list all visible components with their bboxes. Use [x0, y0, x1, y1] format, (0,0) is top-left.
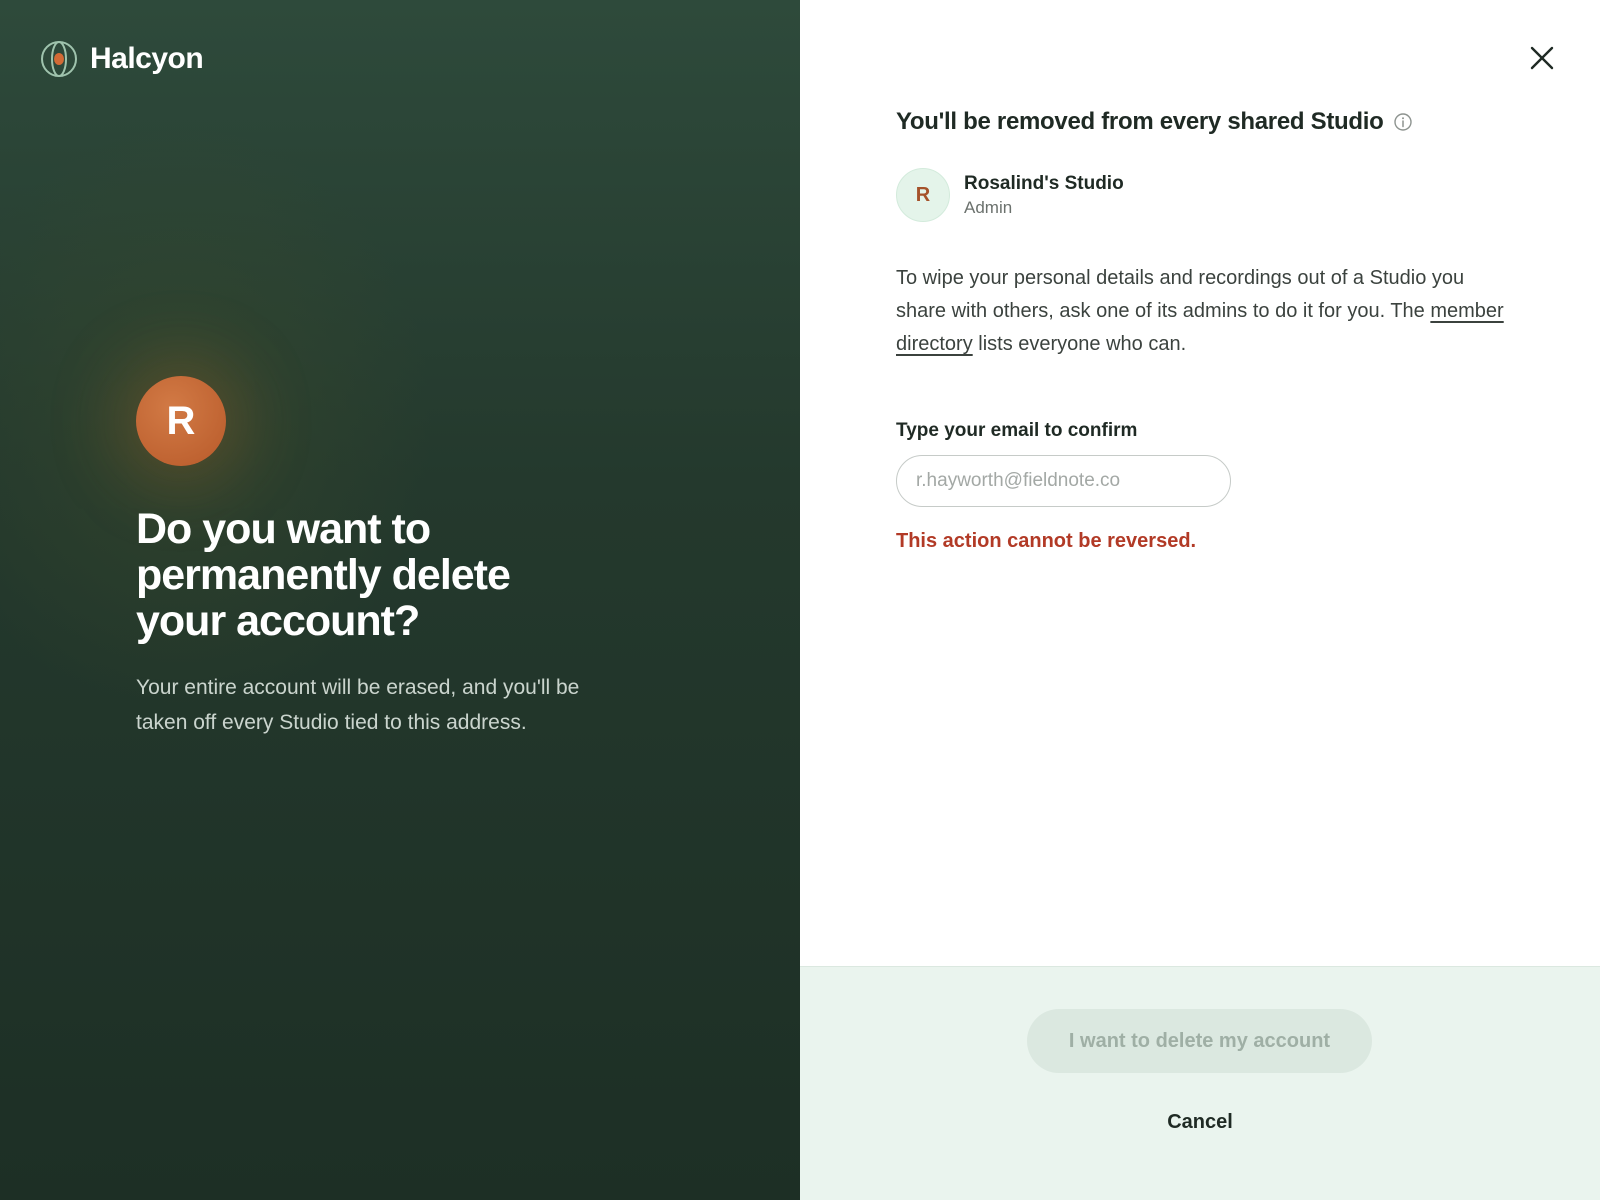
studio-info: Rosalind's Studio Admin — [964, 172, 1124, 219]
section-title: You'll be removed from every shared Stud… — [896, 104, 1413, 140]
studio-item: R Rosalind's Studio Admin — [896, 168, 1124, 222]
studio-name: Rosalind's Studio — [964, 172, 1124, 194]
footer — [800, 966, 1600, 1200]
info-icon[interactable] — [1393, 112, 1413, 132]
close-icon — [1530, 46, 1554, 70]
page-title: Do you want to permanently delete your a… — [136, 506, 616, 644]
page-title-line: permanently delete — [136, 551, 511, 599]
delete-account-button[interactable]: I want to delete my account — [1027, 1009, 1372, 1073]
left-panel: Halcyon R Do you want to permanently del… — [0, 0, 800, 1200]
page-title-line: your account? — [136, 597, 420, 645]
user-avatar: R — [136, 376, 226, 466]
halcyon-logo-icon — [41, 41, 77, 77]
studio-role: Admin — [964, 197, 1013, 217]
brand: Halcyon — [40, 40, 204, 78]
section-title-text: You'll be removed from every shared Stud… — [896, 108, 1384, 135]
page-title-line: Do you want to — [136, 505, 431, 553]
removal-explanation: To wipe your personal details and record… — [896, 262, 1516, 361]
email-field-label: Type your email to confirm — [896, 420, 1138, 441]
close-button[interactable] — [1526, 42, 1558, 74]
studio-avatar: R — [896, 168, 950, 222]
irreversible-warning: This action cannot be reversed. — [896, 530, 1197, 552]
page-subtitle: Your entire account will be erased, and … — [136, 676, 580, 734]
explanation-text: To wipe your personal details and record… — [896, 267, 1465, 322]
explanation-text-end: lists everyone who can. — [972, 333, 1187, 355]
email-field[interactable] — [896, 455, 1231, 507]
brand-name: Halcyon — [90, 42, 204, 75]
cancel-button[interactable]: Cancel — [1150, 1106, 1250, 1138]
